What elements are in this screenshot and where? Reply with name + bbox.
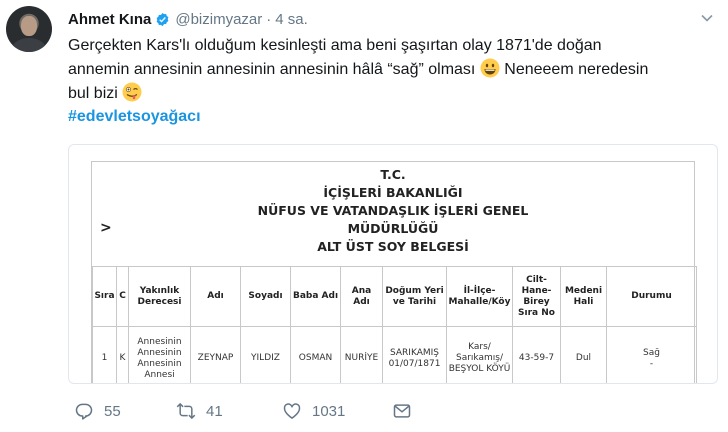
cell-durumu-extra: - xyxy=(649,358,654,369)
column-header: Cilt-Hane-Birey Sıra No xyxy=(512,266,561,327)
cell-dogum: SARIKAMIŞ 01/07/1871 xyxy=(382,326,447,383)
retweet-button[interactable]: 41 xyxy=(176,401,282,421)
like-button[interactable]: 1031 xyxy=(282,401,392,421)
separator-dot: · xyxy=(266,10,272,28)
document-arrow: > xyxy=(100,220,112,236)
genealogy-table: Sıra C Yakınlık Derecesi Adı Soyadı Baba… xyxy=(92,266,697,383)
column-header: Yakınlık Derecesi xyxy=(128,266,191,327)
table-header-row: Sıra C Yakınlık Derecesi Adı Soyadı Baba… xyxy=(92,266,697,327)
cell-adi: ZEYNAP xyxy=(190,326,241,383)
column-header: Ana Adı xyxy=(340,266,383,327)
reply-icon xyxy=(75,403,93,420)
direct-message-button[interactable] xyxy=(392,401,412,421)
column-header: Baba Adı xyxy=(290,266,341,327)
cell-yakinlik: Annesinin Annesinin Annesinin Annesi xyxy=(128,326,191,383)
cell-medeni: Dul xyxy=(560,326,607,383)
document-title-line: NÜFUS VE VATANDAŞLIK İŞLERİ GENEL xyxy=(257,203,529,218)
tweet-actions: 55 41 1031 xyxy=(74,400,412,422)
reply-count: 55 xyxy=(104,402,121,420)
cell-durumu: Sağ - xyxy=(606,326,697,383)
tweet-text-line-1: Gerçekten Kars'lı olduğum kesinleşti ama… xyxy=(68,37,602,54)
column-header: Doğum Yeri ve Tarihi xyxy=(382,266,447,327)
tweet-text: Gerçekten Kars'lı olduğum kesinleşti ama… xyxy=(68,34,720,106)
document-title-line: ALT ÜST SOY BELGESİ xyxy=(317,239,469,254)
column-header: İl-İlçe-Mahalle/Köy xyxy=(446,266,513,327)
cell-c: K xyxy=(116,326,129,383)
cell-baba-adi: OSMAN xyxy=(290,326,341,383)
tweet-text-line-2-a: annemin annesinin annesinin annesinin hâ… xyxy=(68,61,476,78)
envelope-icon xyxy=(393,404,411,418)
column-header: Soyadı xyxy=(240,266,291,327)
heart-icon xyxy=(283,403,301,419)
column-header: Durumu xyxy=(606,266,697,327)
grinning-face-emoji-icon xyxy=(480,58,500,78)
tweet-timestamp[interactable]: 4 sa. xyxy=(275,11,308,28)
author-name[interactable]: Ahmet Kına xyxy=(68,11,151,28)
avatar-face xyxy=(21,16,37,36)
like-count: 1031 xyxy=(312,402,346,420)
tweet-text-line-3: bul bizi xyxy=(68,82,720,106)
author-avatar[interactable] xyxy=(6,6,52,52)
document-scan: T.C. İÇİŞLERİ BAKANLIĞI NÜFUS VE VATANDA… xyxy=(91,161,697,383)
chevron-down-icon[interactable] xyxy=(700,11,714,25)
table-row: 1 K Annesinin Annesinin Annesinin Annesi… xyxy=(92,326,697,383)
retweet-icon xyxy=(176,402,196,420)
cell-cilt: 43-59-7 xyxy=(512,326,561,383)
winking-tongue-emoji-icon xyxy=(122,82,142,102)
tweet-text-line-3-text: bul bizi xyxy=(68,85,118,102)
document-title-line: İÇİŞLERİ BAKANLIĞI xyxy=(323,185,463,200)
column-header: Sıra xyxy=(92,266,117,327)
tweet-text-line-2: annemin annesinin annesinin annesinin hâ… xyxy=(68,58,720,82)
verified-badge-icon xyxy=(156,12,169,26)
cell-il-ilce: Kars/ Sarıkamış/ BEŞYOL KÖYÜ xyxy=(446,326,513,383)
avatar-shoulders xyxy=(12,38,46,52)
tweet-header: Ahmet Kına @bizimyazar · 4 sa. xyxy=(68,9,308,29)
retweet-count: 41 xyxy=(206,402,223,420)
tweet-media-image[interactable]: T.C. İÇİŞLERİ BAKANLIĞI NÜFUS VE VATANDA… xyxy=(68,144,718,384)
cell-durumu-value: Sağ xyxy=(643,347,660,358)
author-handle[interactable]: @bizimyazar xyxy=(175,11,262,28)
document-title: T.C. İÇİŞLERİ BAKANLIĞI NÜFUS VE VATANDA… xyxy=(92,162,694,266)
tweet-text-line-2-b: Neneeem neredesin xyxy=(504,61,649,78)
document-title-line: MÜDÜRLÜĞÜ xyxy=(347,221,439,236)
cell-soyadi: YILDIZ xyxy=(240,326,291,383)
column-header: Adı xyxy=(190,266,241,327)
column-header: C xyxy=(116,266,129,327)
column-header: Medeni Hali xyxy=(560,266,607,327)
cell-sira: 1 xyxy=(92,326,117,383)
reply-button[interactable]: 55 xyxy=(74,401,176,421)
hashtag-link[interactable]: #edevletsoyağacı xyxy=(68,108,201,126)
document-title-line: T.C. xyxy=(380,167,406,182)
cell-ana-adi: NURİYE xyxy=(340,326,383,383)
